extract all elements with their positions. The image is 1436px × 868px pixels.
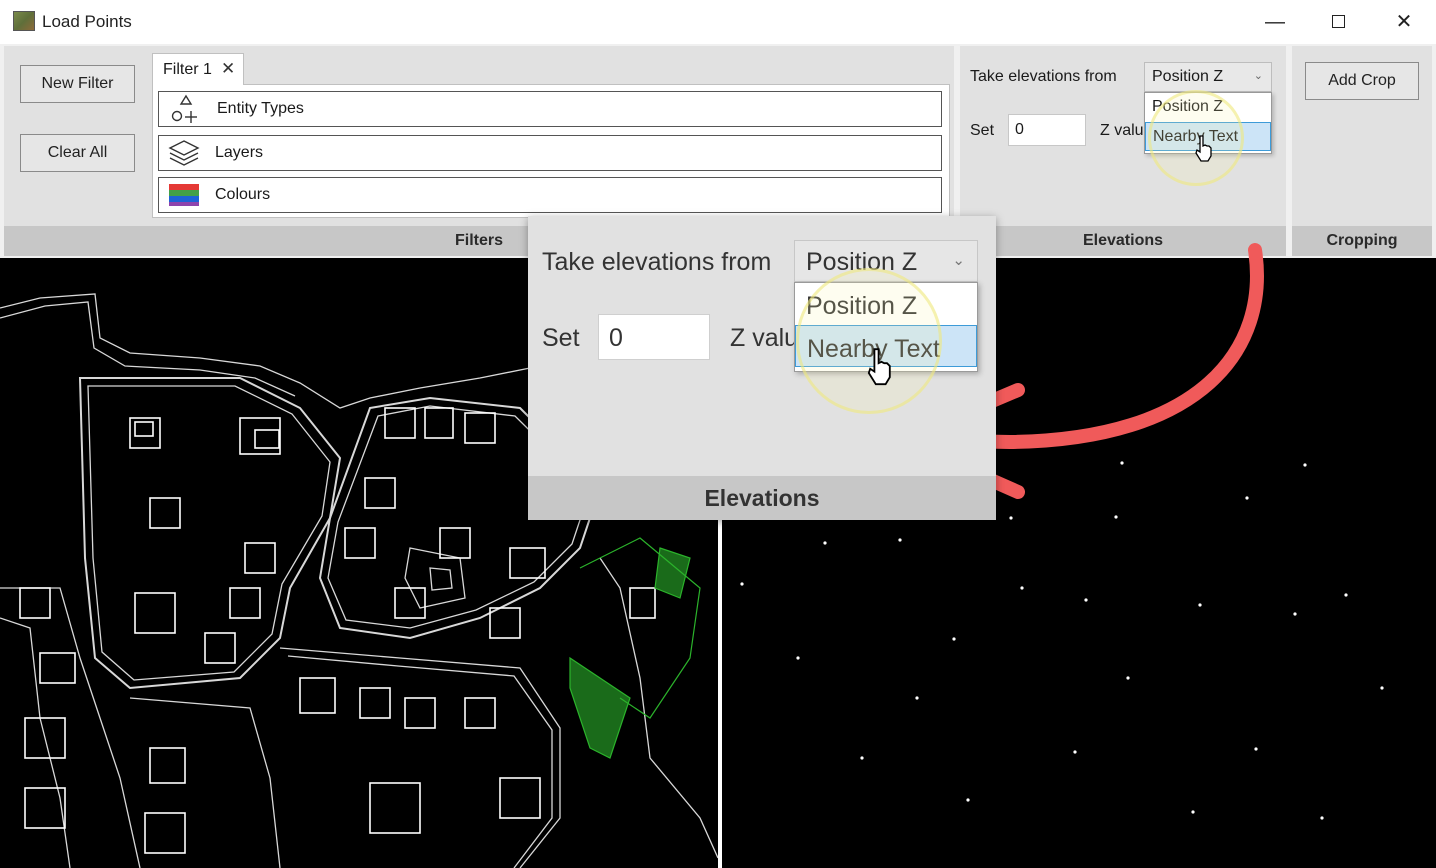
- filter-row-colours[interactable]: Colours: [158, 177, 942, 213]
- clear-all-button[interactable]: Clear All: [20, 134, 135, 172]
- zoom-set-value-input[interactable]: 0: [598, 314, 710, 360]
- maximize-icon: [1331, 15, 1345, 28]
- chevron-down-icon: ⌄: [1253, 70, 1263, 82]
- tab-label: Filter 1: [163, 61, 212, 78]
- elevation-source-select[interactable]: Position Z ⌄: [1144, 62, 1272, 92]
- minimize-button[interactable]: —: [1257, 8, 1293, 36]
- chevron-down-icon: ⌄: [952, 252, 965, 269]
- close-button[interactable]: ✕: [1386, 8, 1422, 36]
- colours-label: Colours: [215, 186, 271, 203]
- entity-types-icon: [171, 94, 197, 123]
- maximize-button[interactable]: [1320, 8, 1356, 36]
- hand-cursor-icon: [1195, 135, 1212, 162]
- set-value-input[interactable]: 0: [1008, 114, 1086, 146]
- zoom-set-label: Set: [542, 324, 580, 352]
- zoom-take-elevations-label: Take elevations from: [542, 248, 772, 276]
- take-elevations-label: Take elevations from: [970, 68, 1117, 85]
- window-title: Load Points: [42, 12, 132, 31]
- add-crop-button[interactable]: Add Crop: [1305, 62, 1419, 100]
- app-icon: [13, 11, 35, 31]
- zoom-elevations-group-label: Elevations: [528, 476, 996, 520]
- set-label: Set: [970, 122, 995, 139]
- filter-row-layers[interactable]: Layers: [158, 135, 942, 171]
- tab-filter-1[interactable]: Filter 1 ✕: [152, 53, 244, 85]
- zoom-z-value-label: Z value: [730, 324, 794, 352]
- filter-row-entity-types[interactable]: Entity Types: [158, 91, 942, 127]
- z-value-label: Z value: [1100, 122, 1144, 139]
- layers-label: Layers: [215, 144, 264, 161]
- cropping-group-label: Cropping: [1292, 226, 1432, 256]
- zoom-click-highlight-ring: [796, 268, 942, 414]
- elevations-zoom-callout: Take elevations from Position Z ⌄ Set 0 …: [528, 216, 996, 520]
- layers-icon: [168, 140, 200, 166]
- colours-icon: [169, 184, 199, 206]
- elevation-source-value: Position Z: [1152, 68, 1224, 85]
- tab-close-icon[interactable]: ✕: [221, 59, 235, 79]
- entity-types-label: Entity Types: [217, 100, 304, 117]
- title-bar: Load Points — ✕: [0, 0, 1436, 44]
- zoom-hand-cursor-icon: [867, 348, 891, 386]
- new-filter-button[interactable]: New Filter: [20, 65, 135, 103]
